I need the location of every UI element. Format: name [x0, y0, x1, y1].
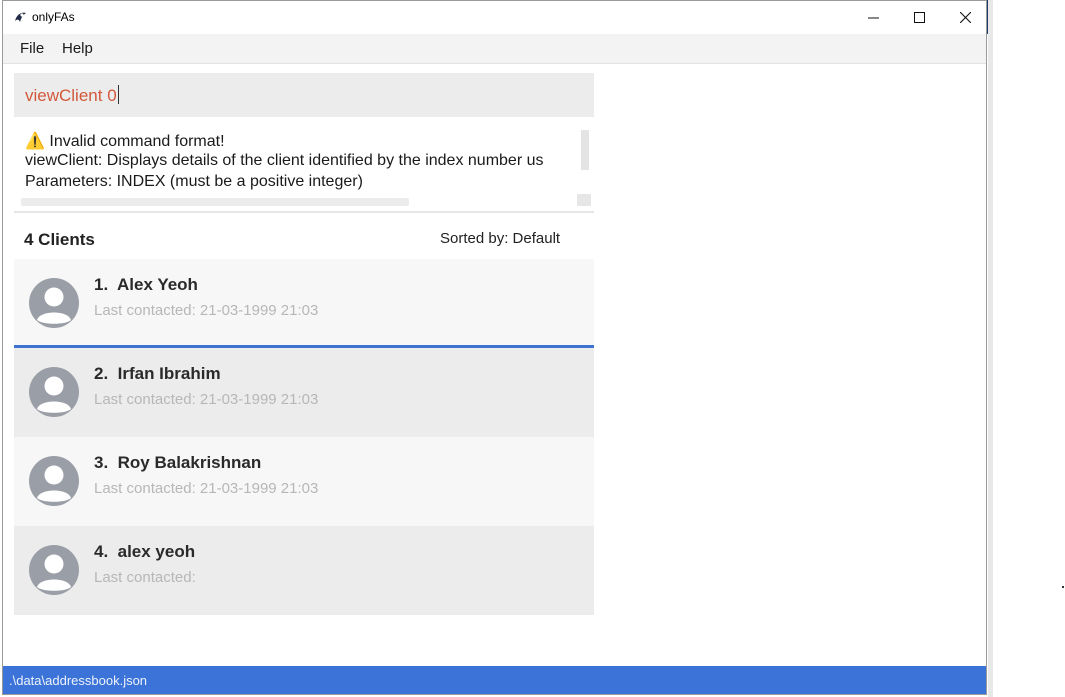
result-display[interactable]: ⚠️ Invalid command format! viewClient: D… — [14, 126, 594, 210]
client-last-contacted: Last contacted: 21-03-1999 21:03 — [94, 302, 319, 319]
result-horizontal-scrollbar[interactable] — [21, 198, 409, 206]
menu-help[interactable]: Help — [62, 40, 93, 57]
minimize-icon — [867, 17, 879, 19]
minimize-button[interactable] — [850, 1, 896, 34]
status-bar: .\data\addressbook.json — [3, 666, 986, 694]
client-name: 2. Irfan Ibrahim — [94, 364, 221, 383]
client-last-contacted: Last contacted: — [94, 569, 196, 586]
avatar-icon — [29, 278, 79, 328]
client-last-contacted: Last contacted: 21-03-1999 21:03 — [94, 480, 319, 497]
avatar-icon — [29, 545, 79, 595]
section-divider — [14, 211, 594, 213]
client-card[interactable]: 1. Alex Yeoh Last contacted: 21-03-1999 … — [14, 259, 594, 348]
data-file-path: .\data\addressbook.json — [9, 673, 148, 688]
maximize-icon — [913, 12, 925, 23]
client-card[interactable]: 3. Roy Balakrishnan Last contacted: 21-0… — [14, 437, 594, 526]
background-dot — [1062, 586, 1064, 588]
result-line: viewClient: Displays details of the clie… — [25, 152, 544, 169]
avatar-icon — [29, 456, 79, 506]
command-input-text: viewClient 0 — [25, 85, 119, 105]
close-button[interactable] — [942, 1, 988, 34]
result-line: Parameters: INDEX (must be a positive in… — [25, 173, 363, 190]
background-window-edge — [988, 0, 993, 697]
title-bar[interactable]: onlyFAs — [3, 1, 986, 34]
sort-label: Sorted by: Default — [440, 230, 561, 247]
avatar-icon — [29, 367, 79, 417]
result-vertical-scrollbar[interactable] — [581, 130, 589, 170]
client-name: 3. Roy Balakrishnan — [94, 453, 262, 472]
client-list: 1. Alex Yeoh Last contacted: 21-03-1999 … — [14, 259, 594, 615]
menu-bar: File Help — [3, 34, 986, 64]
result-line: ⚠️ Invalid command format! — [25, 133, 225, 150]
main-content: viewClient 0 ⚠️ Invalid command format! … — [3, 64, 986, 666]
text-caret — [117, 85, 119, 104]
maximize-button[interactable] — [896, 1, 942, 34]
command-input[interactable]: viewClient 0 — [14, 73, 594, 117]
client-last-contacted: Last contacted: 21-03-1999 21:03 — [94, 391, 319, 408]
client-card[interactable]: 2. Irfan Ibrahim Last contacted: 21-03-1… — [14, 348, 594, 437]
scrollbar-corner — [577, 194, 591, 206]
client-count-label: 4 Clients — [24, 230, 95, 249]
window-title: onlyFAs — [32, 10, 75, 24]
app-window: onlyFAs File Help viewClient 0 ⚠️ Invali — [2, 0, 987, 695]
client-name: 1. Alex Yeoh — [94, 275, 198, 294]
client-name: 4. alex yeoh — [94, 542, 196, 561]
client-card[interactable]: 4. alex yeoh Last contacted: — [14, 526, 594, 615]
menu-file[interactable]: File — [20, 40, 44, 57]
app-logo-icon — [15, 12, 26, 22]
close-icon — [959, 12, 971, 23]
